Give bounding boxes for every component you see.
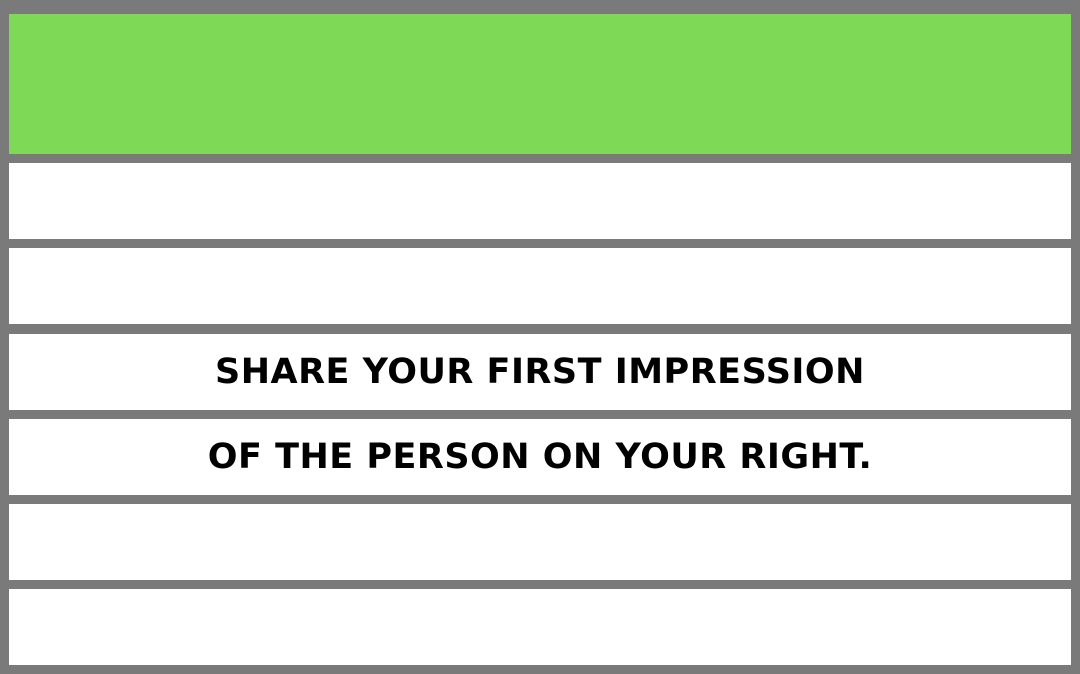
card-row-6 <box>9 589 1071 665</box>
card-row-1 <box>9 163 1071 239</box>
card-row-4: OF THE PERSON ON YOUR RIGHT. <box>9 419 1071 495</box>
card-row-3: SHARE YOUR FIRST IMPRESSION <box>9 334 1071 410</box>
card-row-5 <box>9 504 1071 580</box>
prompt-text-line-1: SHARE YOUR FIRST IMPRESSION <box>215 352 865 392</box>
prompt-text-line-2: OF THE PERSON ON YOUR RIGHT. <box>207 437 873 477</box>
card-row-2 <box>9 248 1071 324</box>
card-header-band <box>9 14 1071 154</box>
prompt-card: SHARE YOUR FIRST IMPRESSION OF THE PERSO… <box>0 0 1080 674</box>
